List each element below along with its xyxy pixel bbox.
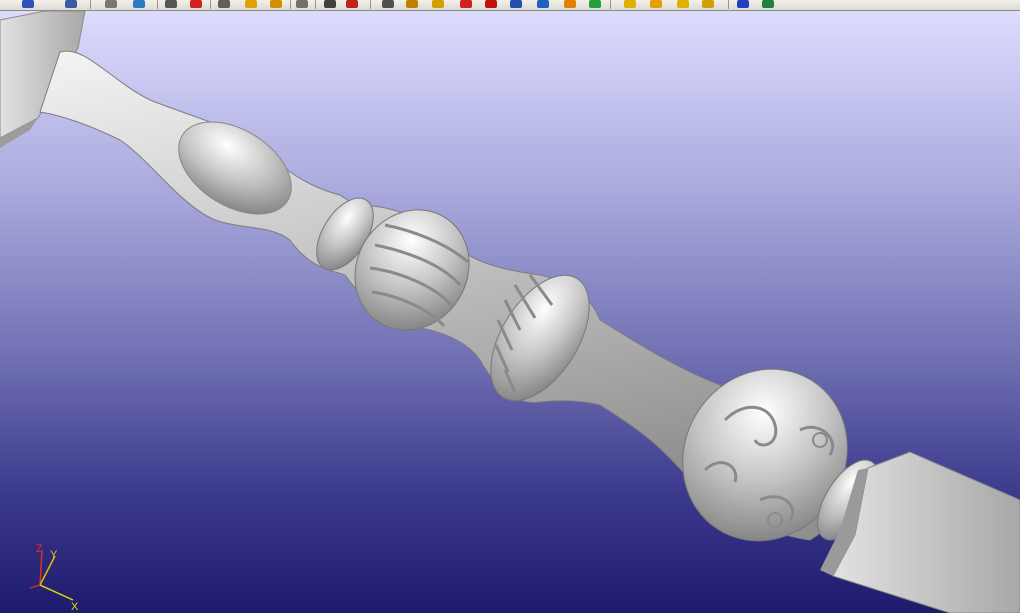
- toolbar-separator: [610, 0, 611, 9]
- toolpath-icon[interactable]: [589, 0, 601, 8]
- edit-icon[interactable]: [510, 0, 522, 8]
- triangle-red-icon[interactable]: [190, 0, 202, 8]
- toolbar-separator: [90, 0, 91, 9]
- y-axis-label: Y: [50, 549, 58, 561]
- export-icon[interactable]: [762, 0, 774, 8]
- toolbar-separator: [210, 0, 211, 9]
- triangle-outline-icon[interactable]: [165, 0, 177, 8]
- arrow-down-icon[interactable]: [624, 0, 636, 8]
- measure-icon[interactable]: [537, 0, 549, 8]
- z-axis-line: [39, 549, 43, 586]
- toolbar-separator: [157, 0, 158, 9]
- grid-icon[interactable]: [382, 0, 394, 8]
- pencil-icon[interactable]: [432, 0, 444, 8]
- transform-icon[interactable]: [460, 0, 472, 8]
- diamond-icon[interactable]: [270, 0, 282, 8]
- split-icon[interactable]: [702, 0, 714, 8]
- shade-icon[interactable]: [406, 0, 418, 8]
- x-axis-line: [39, 584, 74, 601]
- save-icon[interactable]: [22, 0, 34, 8]
- copy-icon[interactable]: [296, 0, 308, 8]
- axis-triad: Z Y X: [29, 543, 79, 613]
- disk-icon[interactable]: [65, 0, 77, 8]
- toolbar-separator: [315, 0, 316, 9]
- print-icon[interactable]: [105, 0, 117, 8]
- arrow-right-icon[interactable]: [677, 0, 689, 8]
- z-axis-label: Z: [36, 543, 43, 555]
- x-axis-label: X: [71, 601, 79, 613]
- pen-icon[interactable]: [346, 0, 358, 8]
- mountain-icon[interactable]: [485, 0, 497, 8]
- main-toolbar: [0, 0, 1020, 11]
- toolbar-separator: [370, 0, 371, 9]
- preview-icon[interactable]: [133, 0, 145, 8]
- layers-icon[interactable]: [324, 0, 336, 8]
- triangle-white-icon[interactable]: [218, 0, 230, 8]
- 3d-viewport[interactable]: Z Y X: [0, 11, 1020, 613]
- lasso-icon[interactable]: [245, 0, 257, 8]
- info-icon[interactable]: [737, 0, 749, 8]
- rotate-icon[interactable]: [650, 0, 662, 8]
- toolbar-separator: [728, 0, 729, 9]
- model-canvas[interactable]: Z Y X: [0, 11, 1020, 613]
- colormap-icon[interactable]: [564, 0, 576, 8]
- toolbar-separator: [290, 0, 291, 9]
